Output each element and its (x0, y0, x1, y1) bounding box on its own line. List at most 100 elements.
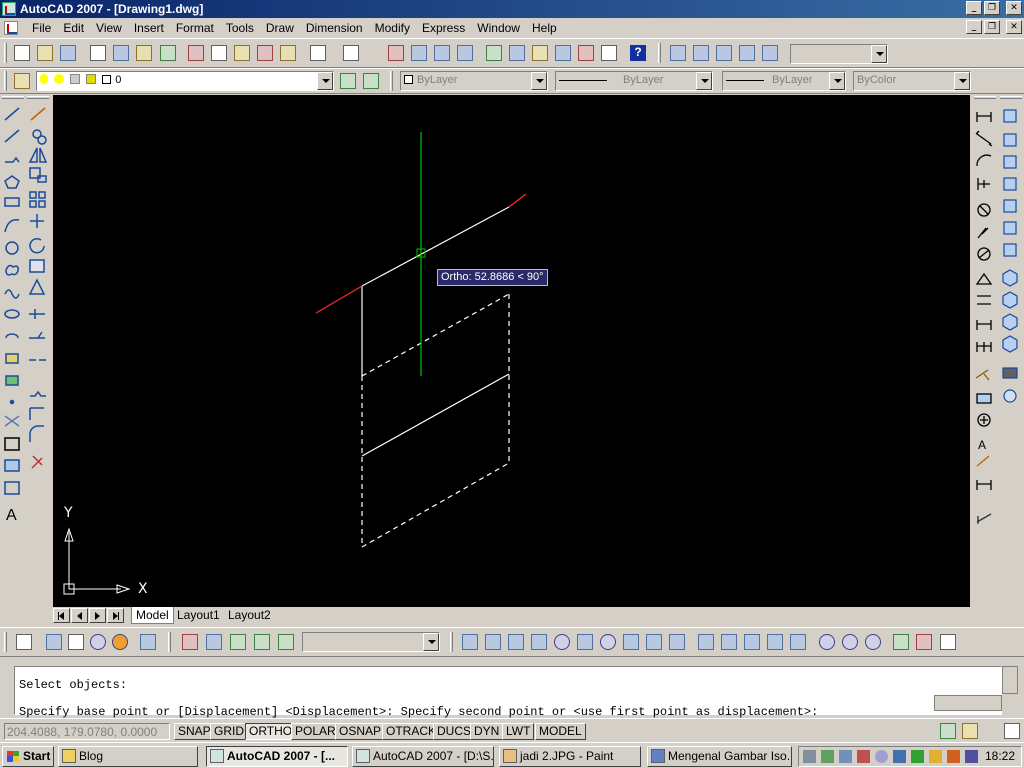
toolbar-grip[interactable] (2, 96, 24, 99)
cut-icon[interactable] (188, 45, 204, 61)
toolbar-grip[interactable] (4, 632, 7, 652)
last-tab-button[interactable] (107, 608, 124, 623)
network-icon[interactable] (803, 750, 816, 763)
zoom-previous-icon[interactable] (457, 45, 473, 61)
snap-toggle[interactable]: SNAP (174, 723, 215, 740)
cone-icon[interactable] (531, 634, 547, 650)
3d-pan-icon[interactable] (182, 634, 198, 650)
ortho-toggle[interactable]: ORTHO (245, 723, 297, 740)
planar-surface-icon[interactable] (669, 634, 685, 650)
tray-app-icon[interactable] (965, 750, 978, 763)
lineweight-dropdown[interactable]: ByLayer (722, 71, 846, 91)
close-button[interactable]: ✕ (1006, 1, 1022, 15)
conceptual-visual-style-icon[interactable] (112, 634, 128, 650)
save-icon[interactable] (60, 45, 76, 61)
polysolid-icon[interactable] (462, 634, 478, 650)
polygonal-viewport-icon[interactable] (716, 45, 732, 61)
otrack-toggle[interactable]: OTRACK (382, 723, 441, 740)
help-icon[interactable]: ? (630, 45, 646, 61)
menu-dimension[interactable]: Dimension (300, 21, 369, 36)
3d-zoom-icon[interactable] (206, 634, 222, 650)
task-autocad-drawing1[interactable]: AutoCAD 2007 - [... (206, 746, 348, 767)
minimize-button[interactable]: _ (966, 1, 982, 15)
toolbar-grip[interactable] (450, 632, 453, 652)
sheet-set-icon[interactable] (555, 45, 571, 61)
warning-icon[interactable] (911, 750, 924, 763)
torus-icon[interactable] (600, 634, 616, 650)
toolbar-grip[interactable] (168, 632, 171, 652)
shield-icon[interactable] (947, 750, 960, 763)
markup-icon[interactable] (578, 45, 594, 61)
doc-close-button[interactable]: ✕ (1006, 20, 1022, 34)
command-horizontal-scrollbar[interactable] (934, 695, 1002, 711)
new-file-icon[interactable] (14, 45, 30, 61)
viewport-dialog-icon[interactable] (670, 45, 686, 61)
task-blog[interactable]: Blog (58, 746, 198, 767)
task-paint[interactable]: jadi 2.JPG - Paint (499, 746, 641, 767)
grid-toggle[interactable]: GRID (210, 723, 248, 740)
menu-format[interactable]: Format (170, 21, 220, 36)
osnap-toggle[interactable]: OSNAP (335, 723, 386, 740)
named-views-dropdown[interactable] (302, 632, 440, 652)
ucs-world-icon[interactable] (16, 634, 32, 650)
sphere-icon[interactable] (554, 634, 570, 650)
menu-file[interactable]: File (26, 21, 57, 36)
match-properties-icon[interactable] (257, 45, 273, 61)
single-viewport-icon[interactable] (693, 45, 709, 61)
revolve-icon[interactable] (767, 634, 783, 650)
clean-screen-icon[interactable] (1004, 723, 1020, 739)
start-button[interactable]: Start (2, 746, 54, 767)
command-vertical-scrollbar[interactable] (1002, 666, 1018, 694)
menu-express[interactable]: Express (416, 21, 471, 36)
ducs-toggle[interactable]: DUCS (433, 723, 476, 740)
block-editor-icon[interactable] (280, 45, 296, 61)
wedge-icon[interactable] (508, 634, 524, 650)
lwt-toggle[interactable]: LWT (502, 723, 535, 740)
document-icon[interactable] (4, 21, 18, 35)
tab-layout1[interactable]: Layout1 (173, 607, 224, 624)
pan-icon[interactable] (388, 45, 404, 61)
task-word-document[interactable]: Mengenal Gambar Iso... (647, 746, 792, 767)
menu-edit[interactable]: Edit (57, 21, 90, 36)
menu-insert[interactable]: Insert (128, 21, 170, 36)
color-dropdown[interactable]: ByLayer (400, 71, 548, 91)
design-center-icon[interactable] (509, 45, 525, 61)
next-tab-button[interactable] (89, 608, 106, 623)
intersect-icon[interactable] (865, 634, 881, 650)
loft-icon[interactable] (790, 634, 806, 650)
connection-icon[interactable] (839, 750, 852, 763)
layer-manager-icon[interactable] (14, 73, 30, 89)
toolbar-grip[interactable] (4, 43, 7, 63)
2d-wireframe-icon[interactable] (46, 634, 62, 650)
box-icon[interactable] (485, 634, 501, 650)
autocad-app-icon[interactable] (2, 2, 16, 16)
plot-icon[interactable] (90, 45, 106, 61)
clip-viewport-icon[interactable] (762, 45, 778, 61)
plotstyle-dropdown[interactable]: ByColor (853, 71, 971, 91)
3d-move-icon[interactable] (893, 634, 909, 650)
doc-minimize-button[interactable]: _ (966, 20, 982, 34)
visual-styles-manager-icon[interactable] (140, 634, 156, 650)
doc-restore-button[interactable]: ❐ (984, 20, 1000, 34)
3d-fly-icon[interactable] (254, 634, 270, 650)
paste-icon[interactable] (234, 45, 250, 61)
drawing-area[interactable]: Ortho: 52.8686 < 90° Y X (53, 95, 970, 607)
messenger-icon[interactable] (875, 750, 888, 763)
sweep-icon[interactable] (744, 634, 760, 650)
antivirus-icon[interactable] (821, 750, 834, 763)
subtract-icon[interactable] (842, 634, 858, 650)
toolbar-grip[interactable] (1000, 96, 1022, 99)
toolbar-grip[interactable] (4, 71, 7, 91)
model-toggle[interactable]: MODEL (535, 723, 586, 740)
prev-tab-button[interactable] (71, 608, 88, 623)
dyn-toggle[interactable]: DYN (470, 723, 504, 740)
polar-toggle[interactable]: POLAR (291, 723, 340, 740)
3d-walk-icon[interactable] (278, 634, 294, 650)
cylinder-icon[interactable] (577, 634, 593, 650)
open-file-icon[interactable] (37, 45, 53, 61)
coordinates-display[interactable]: 204.4088, 179.0780, 0.0000 (4, 723, 170, 740)
pyramid-icon[interactable] (623, 634, 639, 650)
menu-modify[interactable]: Modify (369, 21, 416, 36)
toolbar-grip[interactable] (658, 43, 661, 63)
realistic-visual-style-icon[interactable] (90, 634, 106, 650)
